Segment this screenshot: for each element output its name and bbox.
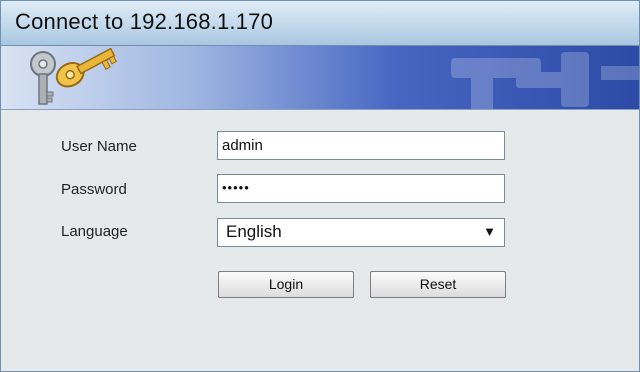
language-selected-value: English [226, 222, 282, 241]
title-bar: Connect to 192.168.1.170 [1, 1, 639, 46]
keys-icon [30, 48, 118, 105]
banner [1, 46, 639, 110]
language-label: Language [61, 223, 128, 240]
username-input[interactable]: admin [217, 131, 505, 160]
language-select[interactable]: English ▼ [217, 218, 505, 247]
login-button[interactable]: Login [218, 271, 354, 298]
password-input[interactable]: ••••• [217, 174, 505, 203]
username-label: User Name [61, 138, 137, 155]
password-label: Password [61, 181, 127, 198]
login-dialog: Connect to 192.168.1.170 User Name admin… [0, 0, 640, 372]
dialog-title: Connect to 192.168.1.170 [15, 9, 274, 34]
chevron-down-icon[interactable]: ▼ [483, 224, 496, 239]
reset-button[interactable]: Reset [370, 271, 506, 298]
